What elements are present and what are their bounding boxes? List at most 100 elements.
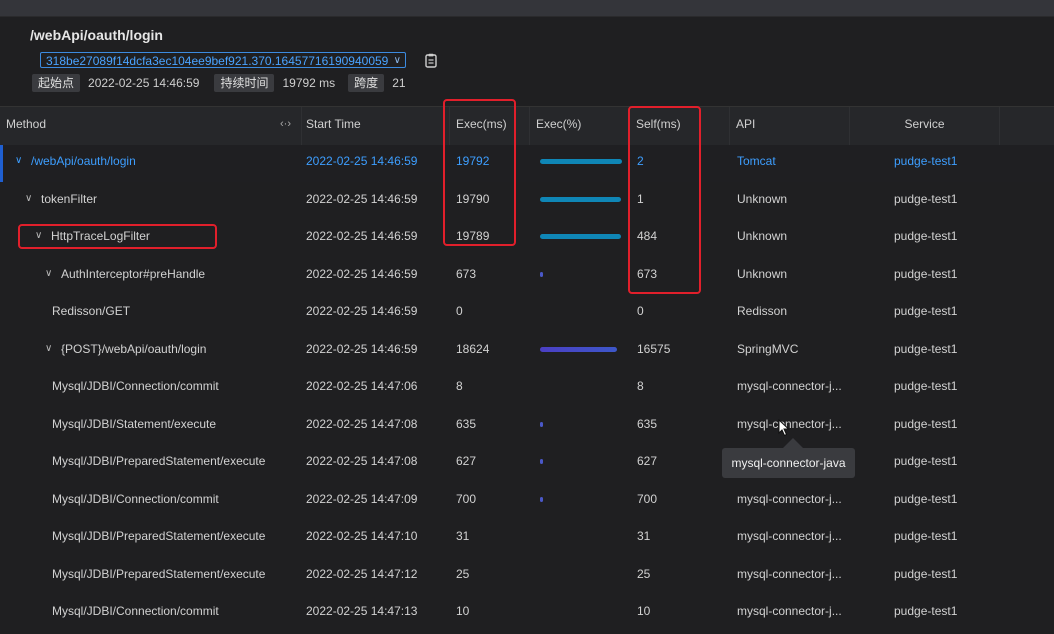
table-row[interactable]: Mysql/JDBI/Statement/execute 2022-02-25 1… bbox=[0, 408, 1054, 445]
clipboard-icon[interactable] bbox=[424, 53, 438, 68]
duration-label-chip: 持续时间 bbox=[214, 74, 275, 92]
chevron-down-icon[interactable]: ∨ bbox=[25, 183, 32, 215]
method-cell: Mysql/JDBI/PreparedStatement/execute bbox=[52, 529, 266, 543]
page-title: /webApi/oauth/login bbox=[30, 27, 163, 43]
api-cell: Unknown bbox=[737, 266, 788, 281]
self-ms-cell: 25 bbox=[637, 566, 651, 581]
api-cell: Unknown bbox=[737, 229, 788, 243]
chevron-down-icon[interactable]: ∨ bbox=[15, 145, 22, 177]
service-cell: pudge-test1 bbox=[894, 529, 958, 543]
duration-value: 19792 ms bbox=[282, 76, 336, 90]
table-row[interactable]: ∨ AuthInterceptor#preHandle 2022-02-25 14:… bbox=[0, 258, 1054, 295]
method-cell: AuthInterceptor#preHandle bbox=[61, 266, 206, 281]
start-time-cell: 2022-02-25 14:46:59 bbox=[306, 304, 418, 318]
column-exec-pct[interactable]: Exec(%) bbox=[530, 107, 630, 145]
table-row[interactable]: ∨ tokenFilter 2022-02-25 14:46:59 19790 1 Unk… bbox=[0, 183, 1054, 220]
http-trace-filter-highlight bbox=[18, 224, 217, 249]
method-cell: /webApi/oauth/login bbox=[31, 154, 136, 168]
start-time-cell: 2022-02-25 14:47:06 bbox=[306, 379, 418, 393]
api-cell: mysql-connector-j... bbox=[737, 379, 842, 393]
start-time-cell: 2022-02-25 14:47:13 bbox=[306, 604, 418, 618]
api-cell: Tomcat bbox=[737, 154, 776, 168]
api-cell: Unknown bbox=[737, 191, 788, 206]
self-ms-highlight bbox=[628, 106, 701, 294]
exec-ms-cell: 25 bbox=[456, 566, 470, 581]
method-cell: Mysql/JDBI/Statement/execute bbox=[52, 416, 217, 431]
exec-ms-cell: 627 bbox=[456, 454, 477, 468]
table-row[interactable]: Mysql/JDBI/PreparedStatement/execute 2022… bbox=[0, 520, 1054, 557]
api-cell: mysql-connector-j... bbox=[737, 529, 842, 543]
start-time-cell: 2022-02-25 14:47:12 bbox=[306, 566, 418, 581]
table-header: Method ‹·› Start Time Exec(ms) Exec(%) S… bbox=[0, 106, 1054, 146]
tooltip-arrow bbox=[783, 438, 803, 448]
exec-ms-cell: 8 bbox=[456, 379, 463, 393]
method-cell: Redisson/GET bbox=[52, 304, 131, 318]
service-cell: pudge-test1 bbox=[894, 266, 958, 281]
start-time-cell: 2022-02-25 14:46:59 bbox=[306, 341, 418, 356]
self-ms-cell: 8 bbox=[637, 379, 644, 393]
api-cell: SpringMVC bbox=[737, 341, 799, 356]
column-method[interactable]: Method bbox=[0, 107, 302, 145]
self-ms-cell: 31 bbox=[637, 529, 651, 543]
self-ms-cell: 700 bbox=[637, 491, 658, 506]
table-row[interactable]: ∨/webApi/oauth/login 2022-02-25 14:46:59 1… bbox=[0, 145, 1054, 182]
api-cell: Redisson bbox=[737, 304, 788, 318]
start-time-cell: 2022-02-25 14:47:09 bbox=[306, 491, 418, 506]
method-cell: {POST}/webApi/oauth/login bbox=[61, 341, 207, 356]
chevron-down-icon[interactable]: ∨ bbox=[45, 258, 52, 290]
exec-pct-bar bbox=[540, 346, 617, 352]
exec-pct-bar bbox=[540, 196, 621, 202]
service-cell: pudge-test1 bbox=[894, 491, 958, 506]
method-cell: Mysql/JDBI/Connection/commit bbox=[52, 491, 219, 506]
service-cell: pudge-test1 bbox=[894, 416, 958, 431]
start-time-cell: 2022-02-25 14:47:08 bbox=[306, 454, 418, 468]
start-value: 2022-02-25 14:46:59 bbox=[88, 76, 200, 90]
exec-ms-cell: 700 bbox=[456, 491, 477, 506]
table-row[interactable]: Mysql/JDBI/Connection/commit 2022-02-25 1… bbox=[0, 370, 1054, 407]
exec-ms-highlight bbox=[443, 99, 516, 246]
service-cell: pudge-test1 bbox=[894, 229, 958, 243]
method-cell: Mysql/JDBI/PreparedStatement/execute bbox=[52, 566, 266, 581]
chevron-down-icon: ∨ bbox=[393, 55, 401, 66]
span-label-chip: 跨度 bbox=[348, 74, 385, 92]
resize-columns-icon[interactable]: ‹·› bbox=[280, 118, 291, 130]
service-cell: pudge-test1 bbox=[894, 566, 958, 581]
self-ms-cell: 0 bbox=[637, 304, 644, 318]
table-row[interactable]: ∨ {POST}/webApi/oauth/login 2022-02-25 14:… bbox=[0, 333, 1054, 370]
table-row[interactable]: Mysql/JDBI/Connection/commit 2022-02-25 1… bbox=[0, 483, 1054, 520]
trace-meta: 起始点 2022-02-25 14:46:59 持续时间 19792 ms 跨度… bbox=[32, 74, 406, 92]
exec-ms-cell: 635 bbox=[456, 416, 477, 431]
method-cell: Mysql/JDBI/PreparedStatement/execute bbox=[52, 454, 266, 468]
method-cell: tokenFilter bbox=[41, 191, 98, 206]
table-row[interactable]: Mysql/JDBI/PreparedStatement/execute 2022… bbox=[0, 445, 1054, 482]
exec-ms-cell: 0 bbox=[456, 304, 463, 318]
exec-pct-bar bbox=[540, 421, 543, 427]
service-cell: pudge-test1 bbox=[894, 454, 958, 468]
table-row[interactable]: Redisson/GET 2022-02-25 14:46:59 0 0 Redisso… bbox=[0, 295, 1054, 332]
column-api[interactable]: API bbox=[730, 107, 850, 145]
method-cell: Mysql/JDBI/Connection/commit bbox=[52, 379, 219, 393]
trace-id-value: 318be27089f14dcfa3ec104ee9bef921.370.164… bbox=[46, 54, 389, 68]
api-cell: mysql-connector-j... bbox=[737, 604, 842, 618]
exec-ms-cell: 18624 bbox=[456, 341, 490, 356]
chevron-down-icon[interactable]: ∨ bbox=[45, 333, 52, 365]
exec-pct-bar bbox=[540, 459, 543, 464]
trace-id-select[interactable]: 318be27089f14dcfa3ec104ee9bef921.370.164… bbox=[40, 52, 406, 68]
start-time-cell: 2022-02-25 14:47:08 bbox=[306, 416, 418, 431]
method-cell: Mysql/JDBI/Connection/commit bbox=[52, 604, 219, 618]
self-ms-cell: 10 bbox=[637, 604, 651, 618]
table-row[interactable]: Mysql/JDBI/PreparedStatement/execute 2022… bbox=[0, 558, 1054, 595]
service-cell: pudge-test1 bbox=[894, 604, 958, 618]
column-service[interactable]: Service bbox=[850, 107, 1000, 145]
self-ms-cell: 16575 bbox=[637, 341, 671, 356]
exec-pct-bar bbox=[540, 496, 543, 502]
exec-pct-bar bbox=[540, 159, 622, 164]
column-start-time[interactable]: Start Time bbox=[302, 107, 450, 145]
table-row[interactable]: Mysql/JDBI/Connection/commit 2022-02-25 1… bbox=[0, 595, 1054, 632]
start-time-cell: 2022-02-25 14:47:10 bbox=[306, 529, 418, 543]
self-ms-cell: 635 bbox=[637, 416, 658, 431]
exec-ms-cell: 10 bbox=[456, 604, 470, 618]
selected-row-accent bbox=[0, 145, 3, 182]
service-cell: pudge-test1 bbox=[894, 304, 958, 318]
mouse-cursor-icon bbox=[778, 419, 790, 437]
